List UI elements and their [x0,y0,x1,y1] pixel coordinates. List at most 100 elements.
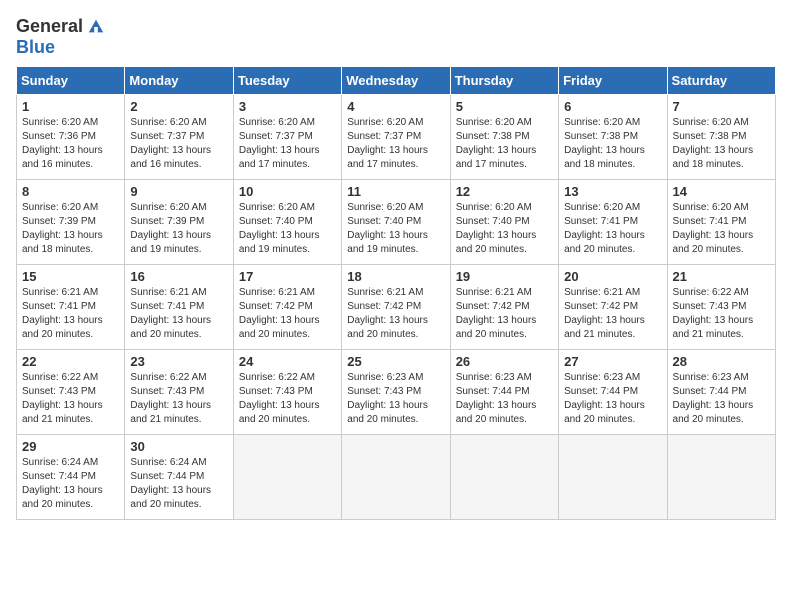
day-info: Sunrise: 6:23 AMSunset: 7:44 PMDaylight:… [673,371,770,427]
day-number: 12 [456,184,553,199]
calendar-cell: 21 Sunrise: 6:22 AMSunset: 7:43 PMDayligh… [667,265,775,350]
calendar-cell: 14 Sunrise: 6:20 AMSunset: 7:41 PMDayligh… [667,180,775,265]
calendar-cell: 11 Sunrise: 6:20 AMSunset: 7:40 PMDayligh… [342,180,450,265]
calendar-header-thursday: Thursday [450,67,558,95]
logo-general-text: General [16,16,83,37]
day-number: 20 [564,269,661,284]
calendar-cell: 15 Sunrise: 6:21 AMSunset: 7:41 PMDayligh… [17,265,125,350]
day-number: 5 [456,99,553,114]
calendar-header-saturday: Saturday [667,67,775,95]
day-number: 7 [673,99,770,114]
calendar-cell: 19 Sunrise: 6:21 AMSunset: 7:42 PMDayligh… [450,265,558,350]
day-number: 10 [239,184,336,199]
calendar-cell: 13Sunrise: 6:20 AMSunset: 7:41 PMDayligh… [559,180,667,265]
day-number: 14 [673,184,770,199]
calendar-cell: 20 Sunrise: 6:21 AMSunset: 7:42 PMDayligh… [559,265,667,350]
calendar-header-row: SundayMondayTuesdayWednesdayThursdayFrid… [17,67,776,95]
day-info: Sunrise: 6:21 AMSunset: 7:42 PMDaylight:… [564,286,661,342]
day-number: 13 [564,184,661,199]
calendar-header-sunday: Sunday [17,67,125,95]
day-number: 1 [22,99,119,114]
day-number: 16 [130,269,227,284]
calendar-cell: 7Sunrise: 6:20 AMSunset: 7:38 PMDaylight… [667,95,775,180]
day-info: Sunrise: 6:22 AMSunset: 7:43 PMDaylight:… [239,371,336,427]
logo-icon [87,18,105,36]
calendar-cell: 27Sunrise: 6:23 AMSunset: 7:44 PMDayligh… [559,350,667,435]
calendar-week-2: 8 Sunrise: 6:20 AMSunset: 7:39 PMDaylight… [17,180,776,265]
day-number: 18 [347,269,444,284]
day-info: Sunrise: 6:20 AMSunset: 7:36 PMDaylight:… [22,116,119,172]
calendar-week-3: 15 Sunrise: 6:21 AMSunset: 7:41 PMDayligh… [17,265,776,350]
calendar-cell: 2 Sunrise: 6:20 AMSunset: 7:37 PMDaylight… [125,95,233,180]
day-number: 19 [456,269,553,284]
day-info: Sunrise: 6:21 AMSunset: 7:42 PMDaylight:… [456,286,553,342]
calendar-header-monday: Monday [125,67,233,95]
day-info: Sunrise: 6:24 AMSunset: 7:44 PMDaylight:… [22,456,119,512]
calendar-cell [450,435,558,520]
day-info: Sunrise: 6:20 AMSunset: 7:40 PMDaylight:… [456,201,553,257]
calendar: SundayMondayTuesdayWednesdayThursdayFrid… [16,66,776,520]
day-info: Sunrise: 6:24 AMSunset: 7:44 PMDaylight:… [130,456,227,512]
page-header: General Blue [16,16,776,58]
day-number: 4 [347,99,444,114]
day-number: 3 [239,99,336,114]
calendar-header-friday: Friday [559,67,667,95]
day-info: Sunrise: 6:20 AMSunset: 7:38 PMDaylight:… [564,116,661,172]
day-info: Sunrise: 6:22 AMSunset: 7:43 PMDaylight:… [22,371,119,427]
day-number: 23 [130,354,227,369]
day-number: 8 [22,184,119,199]
calendar-cell [342,435,450,520]
day-number: 2 [130,99,227,114]
logo: General Blue [16,16,105,58]
calendar-cell: 24 Sunrise: 6:22 AMSunset: 7:43 PMDayligh… [233,350,341,435]
calendar-cell [233,435,341,520]
day-number: 11 [347,184,444,199]
day-info: Sunrise: 6:20 AMSunset: 7:40 PMDaylight:… [239,201,336,257]
day-number: 28 [673,354,770,369]
day-info: Sunrise: 6:20 AMSunset: 7:37 PMDaylight:… [239,116,336,172]
day-number: 24 [239,354,336,369]
calendar-week-4: 22 Sunrise: 6:22 AMSunset: 7:43 PMDayligh… [17,350,776,435]
day-info: Sunrise: 6:20 AMSunset: 7:40 PMDaylight:… [347,201,444,257]
day-info: Sunrise: 6:22 AMSunset: 7:43 PMDaylight:… [673,286,770,342]
calendar-cell: 26Sunrise: 6:23 AMSunset: 7:44 PMDayligh… [450,350,558,435]
calendar-cell: 12 Sunrise: 6:20 AMSunset: 7:40 PMDayligh… [450,180,558,265]
calendar-cell: 4 Sunrise: 6:20 AMSunset: 7:37 PMDaylight… [342,95,450,180]
calendar-cell: 30 Sunrise: 6:24 AMSunset: 7:44 PMDayligh… [125,435,233,520]
calendar-cell: 28 Sunrise: 6:23 AMSunset: 7:44 PMDayligh… [667,350,775,435]
calendar-header-wednesday: Wednesday [342,67,450,95]
day-info: Sunrise: 6:21 AMSunset: 7:42 PMDaylight:… [239,286,336,342]
calendar-cell: 6 Sunrise: 6:20 AMSunset: 7:38 PMDaylight… [559,95,667,180]
day-number: 21 [673,269,770,284]
calendar-cell: 22 Sunrise: 6:22 AMSunset: 7:43 PMDayligh… [17,350,125,435]
calendar-cell: 29 Sunrise: 6:24 AMSunset: 7:44 PMDayligh… [17,435,125,520]
calendar-cell [559,435,667,520]
calendar-week-1: 1 Sunrise: 6:20 AMSunset: 7:36 PMDaylight… [17,95,776,180]
calendar-cell: 5Sunrise: 6:20 AMSunset: 7:38 PMDaylight… [450,95,558,180]
day-number: 25 [347,354,444,369]
day-info: Sunrise: 6:20 AMSunset: 7:37 PMDaylight:… [130,116,227,172]
day-info: Sunrise: 6:23 AMSunset: 7:44 PMDaylight:… [564,371,661,427]
day-info: Sunrise: 6:20 AMSunset: 7:37 PMDaylight:… [347,116,444,172]
day-number: 26 [456,354,553,369]
day-info: Sunrise: 6:20 AMSunset: 7:39 PMDaylight:… [22,201,119,257]
calendar-header-tuesday: Tuesday [233,67,341,95]
calendar-cell: 1 Sunrise: 6:20 AMSunset: 7:36 PMDaylight… [17,95,125,180]
day-number: 6 [564,99,661,114]
day-info: Sunrise: 6:21 AMSunset: 7:42 PMDaylight:… [347,286,444,342]
day-number: 9 [130,184,227,199]
calendar-cell: 8 Sunrise: 6:20 AMSunset: 7:39 PMDaylight… [17,180,125,265]
calendar-cell: 25Sunrise: 6:23 AMSunset: 7:43 PMDayligh… [342,350,450,435]
day-info: Sunrise: 6:20 AMSunset: 7:41 PMDaylight:… [673,201,770,257]
day-number: 17 [239,269,336,284]
day-number: 29 [22,439,119,454]
day-number: 15 [22,269,119,284]
day-number: 22 [22,354,119,369]
calendar-cell: 17 Sunrise: 6:21 AMSunset: 7:42 PMDayligh… [233,265,341,350]
day-info: Sunrise: 6:21 AMSunset: 7:41 PMDaylight:… [130,286,227,342]
day-number: 30 [130,439,227,454]
day-info: Sunrise: 6:21 AMSunset: 7:41 PMDaylight:… [22,286,119,342]
day-info: Sunrise: 6:22 AMSunset: 7:43 PMDaylight:… [130,371,227,427]
calendar-cell: 10 Sunrise: 6:20 AMSunset: 7:40 PMDayligh… [233,180,341,265]
calendar-cell: 3 Sunrise: 6:20 AMSunset: 7:37 PMDaylight… [233,95,341,180]
